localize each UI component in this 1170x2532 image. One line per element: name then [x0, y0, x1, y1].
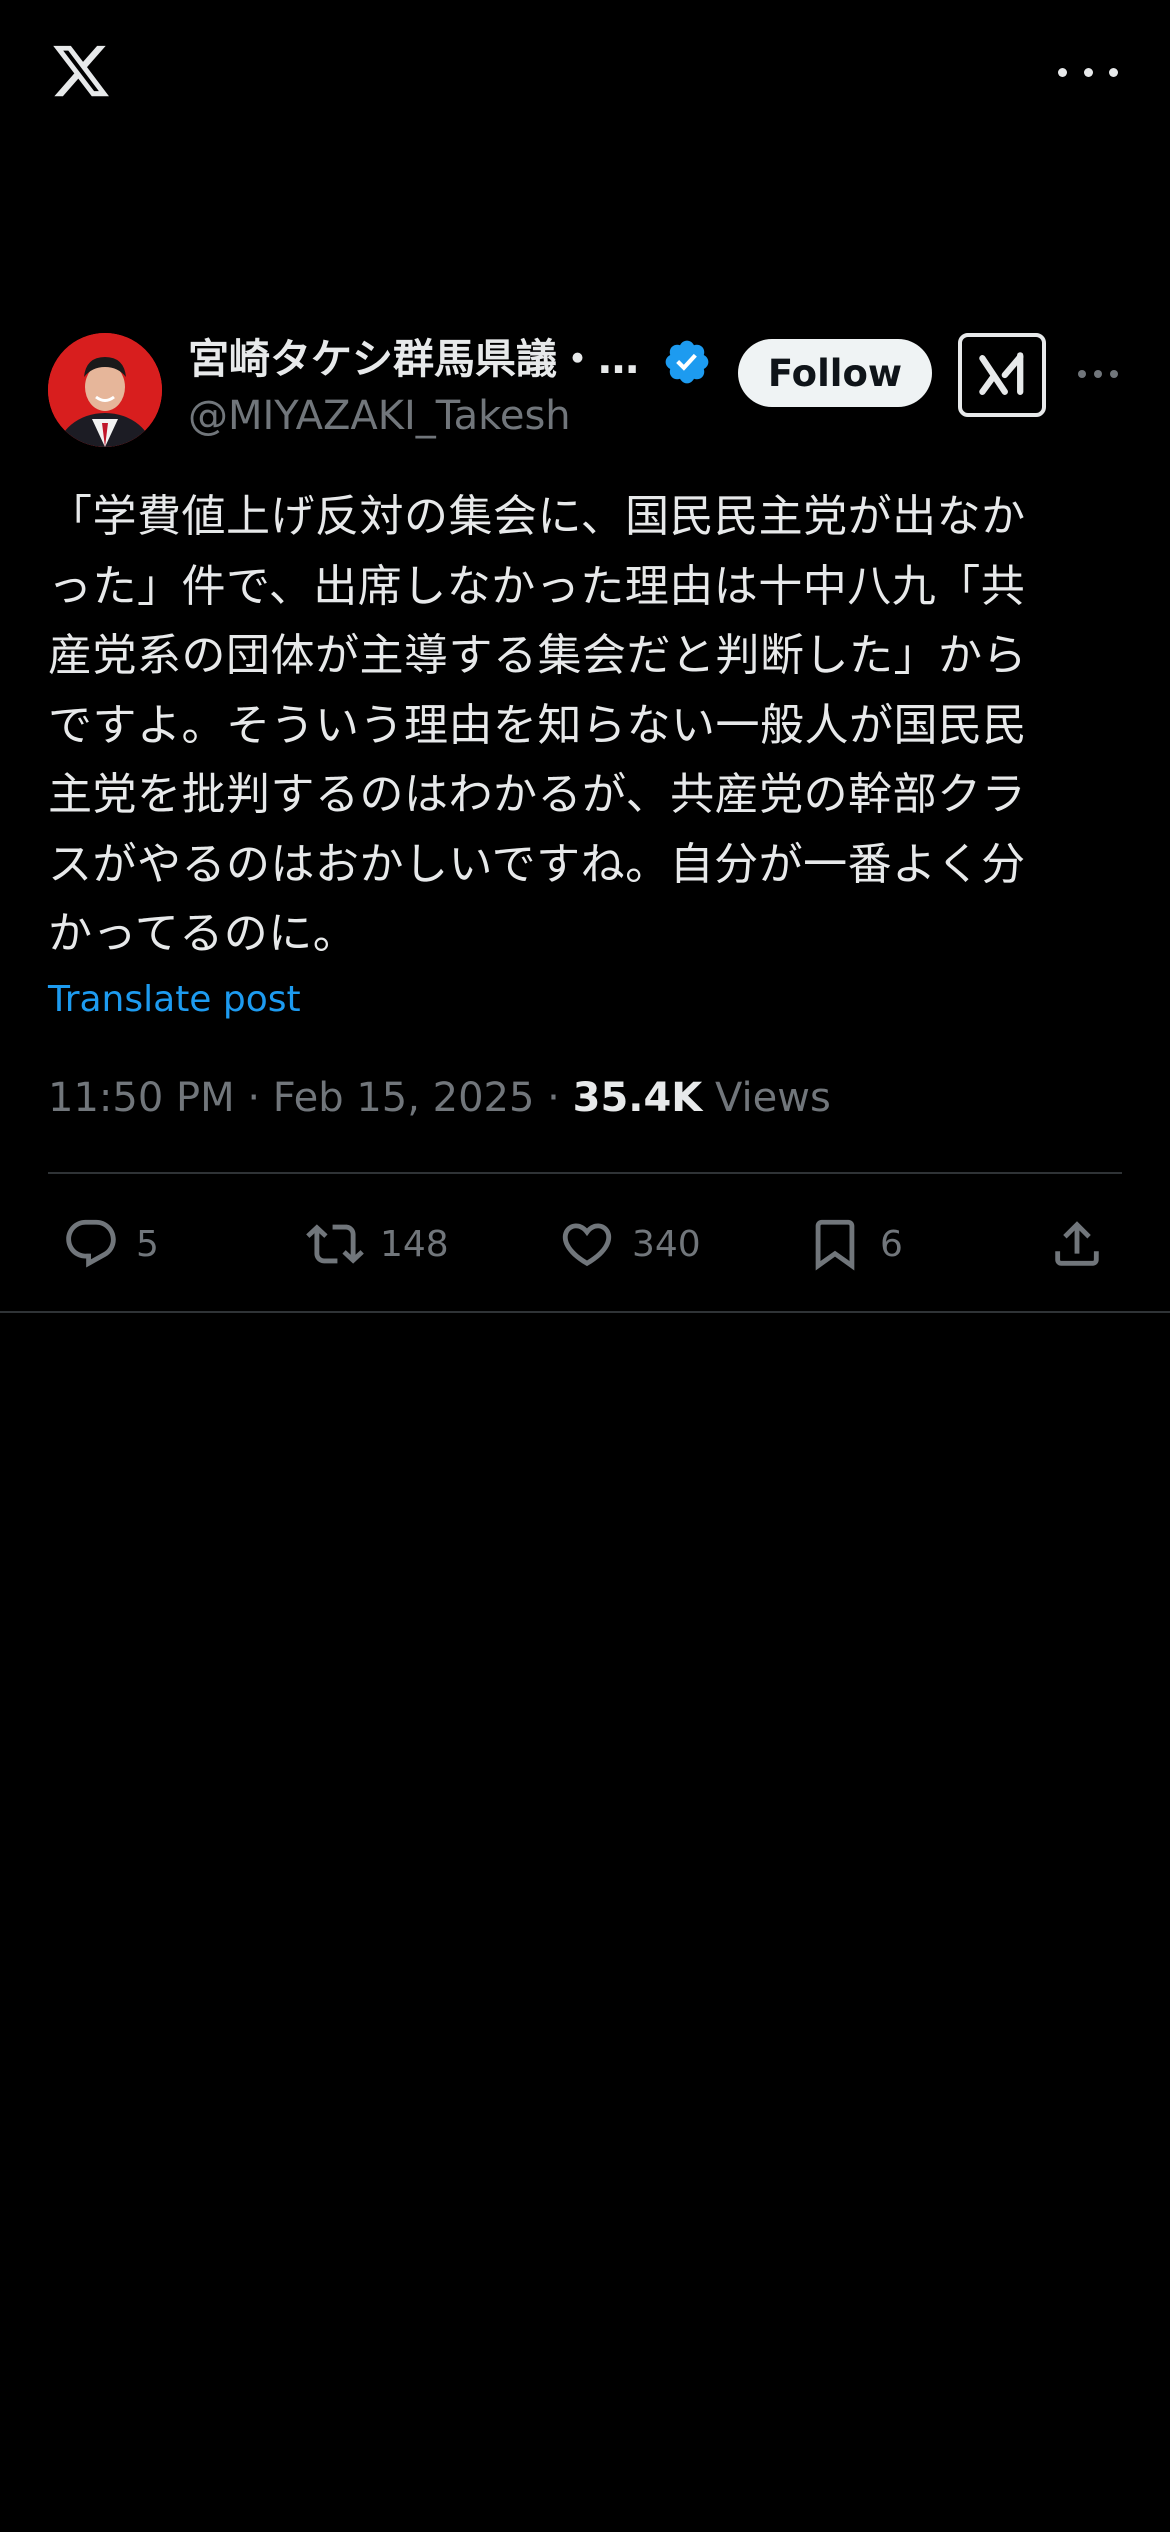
divider — [0, 1311, 1170, 1313]
like-button[interactable]: 340 — [558, 1212, 701, 1276]
tweet-time[interactable]: 11:50 PM — [48, 1075, 235, 1121]
tweet-text: 「学費値上げ反対の集会に、国民民主党が出なか った」件で、出席しなかった理由は十… — [48, 482, 1128, 969]
reply-button[interactable]: 5 — [62, 1212, 159, 1276]
bookmark-count: 6 — [880, 1223, 903, 1265]
separator: · — [247, 1075, 261, 1121]
tweet-metadata: 11:50 PM · Feb 15, 2025 · 35.4K Views — [48, 1070, 831, 1126]
tweet-text-line: かってるのに。 — [48, 908, 358, 959]
tweet-text-line: ですよ。そういう理由を知らない一般人が国民民 — [48, 699, 1027, 751]
tweet-text-line: った」件で、出席しなかった理由は十中八九「共 — [48, 560, 1026, 612]
translate-post-link[interactable]: Translate post — [48, 976, 301, 1024]
heart-icon — [562, 1223, 612, 1267]
tweet-text-line: 主党を批判するのはわかるが、共産党の幹部クラ — [48, 769, 1027, 820]
views-label: Views — [715, 1075, 831, 1121]
share-button[interactable] — [1048, 1212, 1106, 1276]
share-icon — [1055, 1221, 1099, 1266]
tweet-more-options-icon[interactable] — [1078, 368, 1118, 380]
bookmark-button[interactable]: 6 — [806, 1212, 903, 1276]
author-handle[interactable]: @MIYAZAKI_Takesh — [188, 390, 571, 442]
repost-icon — [306, 1224, 364, 1264]
bookmark-icon — [815, 1219, 855, 1271]
repost-count: 148 — [380, 1223, 449, 1265]
tweet-text-line: 「学費値上げ反対の集会に、国民民主党が出なか — [48, 491, 1026, 542]
divider — [48, 1172, 1122, 1174]
follow-button[interactable]: Follow — [738, 339, 932, 407]
tweet-text-line: スがやるのはおかしいですね。自分が一番よく分 — [48, 838, 1026, 890]
separator: · — [547, 1075, 560, 1121]
reply-count: 5 — [136, 1223, 159, 1265]
tweet-date[interactable]: Feb 15, 2025 — [273, 1075, 535, 1121]
author-display-name[interactable]: 宮崎タケシ群馬県議・… — [188, 332, 648, 386]
tweet-text-line: 産党系の団体が主導する集会だと判断した」から — [48, 630, 1027, 681]
like-count: 340 — [632, 1223, 701, 1265]
reply-icon — [66, 1219, 116, 1268]
views-count: 35.4K — [572, 1075, 703, 1121]
grok-icon[interactable] — [958, 333, 1046, 417]
repost-button[interactable]: 148 — [306, 1212, 449, 1276]
avatar[interactable] — [48, 333, 162, 447]
verified-badge-icon — [662, 337, 712, 387]
more-options-icon[interactable] — [1058, 56, 1118, 88]
x-logo-icon[interactable] — [48, 40, 114, 102]
